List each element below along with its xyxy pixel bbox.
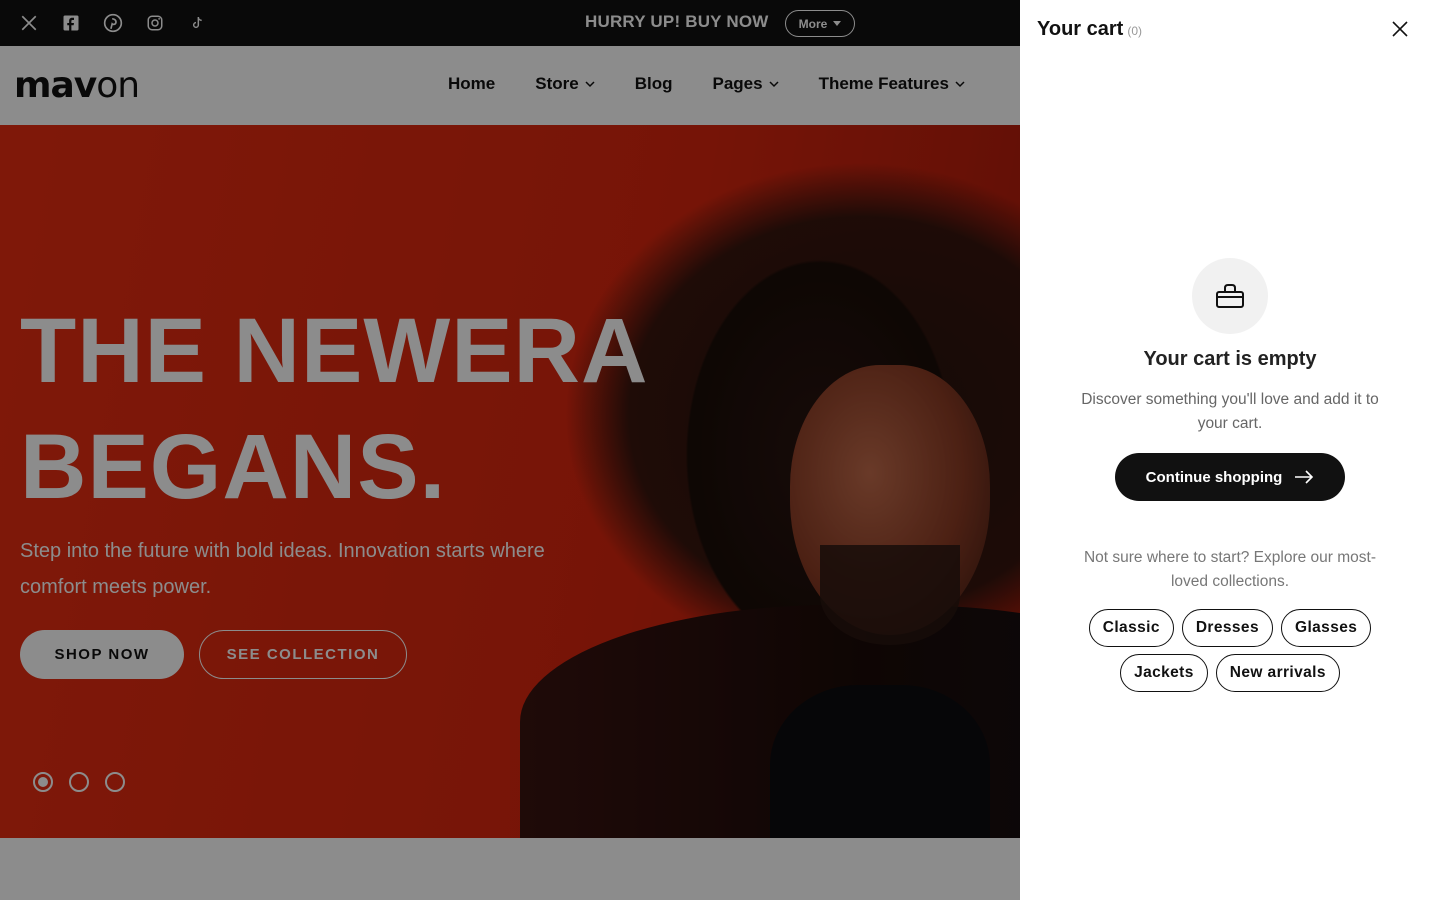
close-cart-button[interactable] [1388,17,1412,41]
cart-count: (0) [1127,24,1142,38]
collection-chips: Classic Dresses Glasses Jackets New arri… [1050,609,1410,692]
close-icon [1392,21,1408,37]
empty-cart-description: Discover something you'll love and add i… [1081,391,1379,432]
collection-chip-glasses[interactable]: Glasses [1280,609,1372,647]
cart-drawer: Your cart (0) Your cart is empty Discover… [1020,0,1440,900]
empty-cart-title: Your cart is empty [1143,348,1317,370]
collection-chip-jackets[interactable]: Jackets [1120,654,1208,692]
empty-cart-illustration [1192,258,1268,334]
explore-text: Not sure where to start? Explore our mos… [1083,549,1377,590]
collection-chip-dresses[interactable]: Dresses [1181,609,1273,647]
drawer-backdrop[interactable] [0,0,1020,900]
collection-chip-new-arrivals[interactable]: New arrivals [1215,654,1340,692]
continue-shopping-button[interactable]: Continue shopping [1115,453,1345,501]
cart-title: Your cart (0) [1037,18,1142,40]
arrow-right-icon [1295,470,1314,484]
basket-icon [1216,284,1244,308]
collection-chip-classic[interactable]: Classic [1088,609,1174,647]
